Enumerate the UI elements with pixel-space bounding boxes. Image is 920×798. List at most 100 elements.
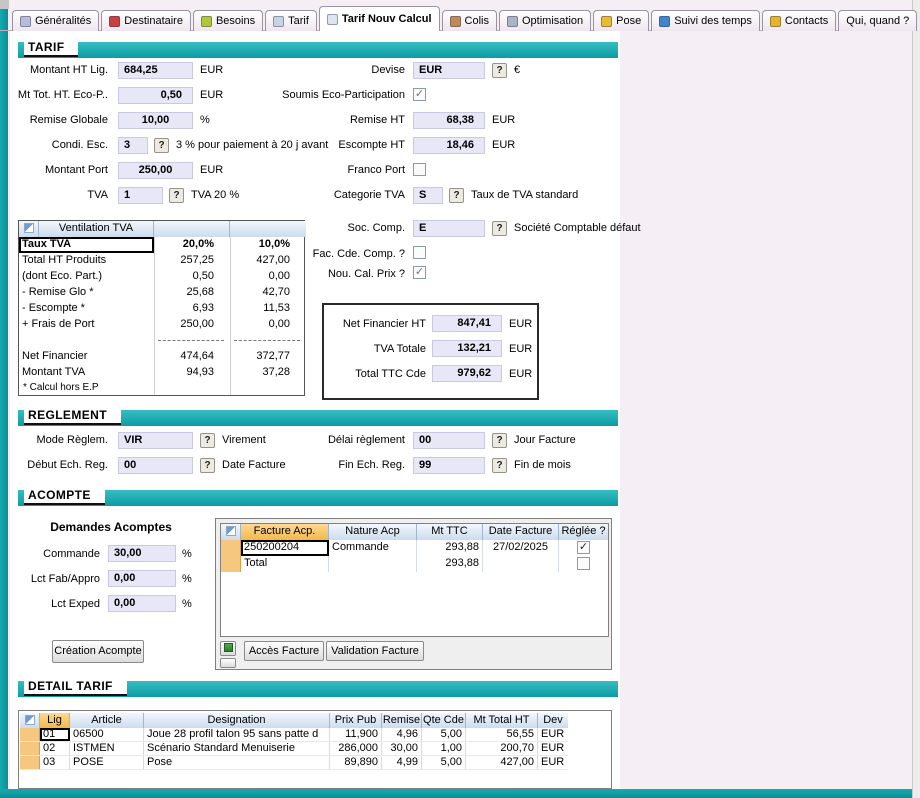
col-date-facture[interactable]: Date Facture <box>483 524 559 540</box>
corner-cell[interactable] <box>221 524 241 540</box>
nou-cal-checkbox[interactable]: ✓ <box>413 266 426 279</box>
col-prix-pub[interactable]: Prix Pub <box>330 713 382 728</box>
commande-field[interactable]: 30,00 <box>108 545 176 562</box>
ventilation-row[interactable]: + Frais de Port 250,00 0,00 <box>19 317 304 333</box>
detail-row[interactable]: 02 ISTMEN Scénario Standard Menuiserie 2… <box>20 742 568 756</box>
remise-globale-unit: % <box>200 114 210 126</box>
tab-contacts[interactable]: Contacts <box>762 10 836 31</box>
condi-esc-field[interactable]: 3 <box>118 137 148 154</box>
tab-suivi-des-temps[interactable]: Suivi des temps <box>651 10 760 31</box>
validation-facture-button[interactable]: Validation Facture <box>326 641 424 661</box>
lct-fab-field[interactable]: 0,00 <box>108 570 176 587</box>
detail-row[interactable]: 03 POSE Pose 89,890 4,99 5,00 427,00 EUR <box>20 756 568 770</box>
debut-ech-field[interactable]: 00 <box>118 457 193 474</box>
tab-destinataire[interactable]: Destinataire <box>101 10 191 31</box>
tab-label: Destinataire <box>124 15 183 27</box>
col-mt-total-ht[interactable]: Mt Total HT <box>466 713 538 728</box>
ventilation-title[interactable]: Ventilation TVA <box>39 221 154 237</box>
cell-prix: 11,900 <box>330 728 382 741</box>
cell-facture[interactable]: 250200204 <box>241 540 329 556</box>
fin-ech-help-button[interactable]: ? <box>492 458 507 473</box>
row-selector[interactable] <box>20 742 40 755</box>
col-nature-acp[interactable]: Nature Acp <box>329 524 417 540</box>
soumis-eco-checkbox[interactable]: ✓ <box>413 88 426 101</box>
col-remise[interactable]: Remise <box>382 713 422 728</box>
table-options-button[interactable] <box>220 658 236 668</box>
detail-row[interactable]: 01 06500 Joue 28 profil talon 95 sans pa… <box>20 728 568 742</box>
cell: (dont Eco. Part.) <box>19 269 154 285</box>
ventilation-row-net[interactable]: Net Financier 474,64 372,77 <box>19 349 304 365</box>
ventilation-row[interactable]: Total HT Produits 257,25 427,00 <box>19 253 304 269</box>
creation-acompte-button[interactable]: Création Acompte <box>52 640 144 663</box>
col-facture-acp[interactable]: Facture Acp. <box>241 524 329 540</box>
lct-exped-field[interactable]: 0,00 <box>108 595 176 612</box>
corner-cell[interactable] <box>19 221 39 237</box>
debut-ech-help-button[interactable]: ? <box>200 458 215 473</box>
soc-comp-field[interactable]: E <box>413 220 485 237</box>
demandes-acomptes-title: Demandes Acomptes <box>36 521 186 534</box>
tva-help-button[interactable]: ? <box>169 188 184 203</box>
tab-optimisation[interactable]: Optimisation <box>499 10 591 31</box>
cell[interactable]: Taux TVA <box>19 237 154 253</box>
montant-port-field[interactable]: 250,00 <box>118 162 193 179</box>
devise-field[interactable]: EUR <box>413 62 485 79</box>
package-icon <box>450 16 461 27</box>
row-selector[interactable] <box>221 540 241 556</box>
ventilation-col2-header[interactable] <box>230 221 306 237</box>
tab-colis[interactable]: Colis <box>442 10 497 31</box>
col-designation[interactable]: Designation <box>144 713 330 728</box>
col-dev[interactable]: Dev <box>538 713 568 728</box>
ventilation-row[interactable]: - Escompte * 6,93 11,53 <box>19 301 304 317</box>
devise-help-button[interactable]: ? <box>492 63 507 78</box>
franco-port-checkbox[interactable] <box>413 163 426 176</box>
excel-export-button[interactable] <box>220 641 236 656</box>
tab-tarif-nouv-calcul[interactable]: Tarif Nouv Calcul <box>319 6 440 31</box>
fin-ech-field[interactable]: 99 <box>413 457 485 474</box>
acompte-section-bar <box>18 490 618 506</box>
ventilation-col1-header[interactable] <box>154 221 230 237</box>
acompte-row[interactable]: 250200204 Commande 293,88 27/02/2025 ✓ <box>221 540 608 556</box>
delai-reglement-help-button[interactable]: ? <box>492 433 507 448</box>
row-selector[interactable] <box>20 728 40 741</box>
remise-globale-field[interactable]: 10,00 <box>118 112 193 129</box>
tva-field[interactable]: 1 <box>118 187 163 204</box>
row-selector[interactable] <box>20 756 40 769</box>
reglee-checkbox[interactable]: ✓ <box>577 541 590 554</box>
tab-generalites[interactable]: Généralités <box>12 10 99 31</box>
remise-ht-field[interactable]: 68,38 <box>413 112 485 129</box>
fac-cde-checkbox[interactable] <box>413 246 426 259</box>
ventilation-row[interactable]: (dont Eco. Part.) 0,50 0,00 <box>19 269 304 285</box>
condi-esc-help-button[interactable]: ? <box>154 138 169 153</box>
cell-nature: Commande <box>329 540 417 556</box>
cell-lig: 03 <box>40 756 70 769</box>
tab-qui-quand[interactable]: Qui, quand ? <box>838 10 917 31</box>
cell-designation: Pose <box>144 756 330 769</box>
col-reglee[interactable]: Réglée ? <box>559 524 608 540</box>
col-article[interactable]: Article <box>70 713 144 728</box>
mode-reglem-field[interactable]: VIR <box>118 432 193 449</box>
row-selector[interactable] <box>221 556 241 572</box>
lct-fab-label: Lct Fab/Appro <box>4 573 100 586</box>
escompte-ht-field[interactable]: 18,46 <box>413 137 485 154</box>
reglee-checkbox[interactable] <box>577 557 590 570</box>
montant-ht-lig-field[interactable]: 684,25 <box>118 62 193 79</box>
ventilation-row-tva[interactable]: Montant TVA 94,93 37,28 <box>19 365 304 381</box>
corner-cell[interactable] <box>20 713 40 728</box>
tab-pose[interactable]: Pose <box>593 10 649 31</box>
mt-tot-eco-field[interactable]: 0,50 <box>118 87 193 104</box>
col-qte-cde[interactable]: Qte Cde <box>422 713 466 728</box>
col-lig[interactable]: Lig <box>40 713 70 728</box>
acces-facture-button[interactable]: Accès Facture <box>244 641 324 661</box>
tab-tarif[interactable]: Tarif <box>265 10 317 31</box>
delai-reglement-field[interactable]: 00 <box>413 432 485 449</box>
ventilation-row[interactable]: - Remise Glo * 25,68 42,70 <box>19 285 304 301</box>
col-mt-ttc[interactable]: Mt TTC <box>417 524 483 540</box>
acompte-total-row[interactable]: Total 293,88 <box>221 556 608 572</box>
categorie-tva-help-button[interactable]: ? <box>449 188 464 203</box>
soc-comp-help-button[interactable]: ? <box>492 221 507 236</box>
categorie-tva-field[interactable]: S <box>413 187 443 204</box>
tab-besoins[interactable]: Besoins <box>193 10 263 31</box>
cell-lig[interactable]: 01 <box>40 728 70 741</box>
ventilation-row-taux[interactable]: Taux TVA 20,0% 10,0% <box>19 237 304 253</box>
mode-reglem-help-button[interactable]: ? <box>200 433 215 448</box>
